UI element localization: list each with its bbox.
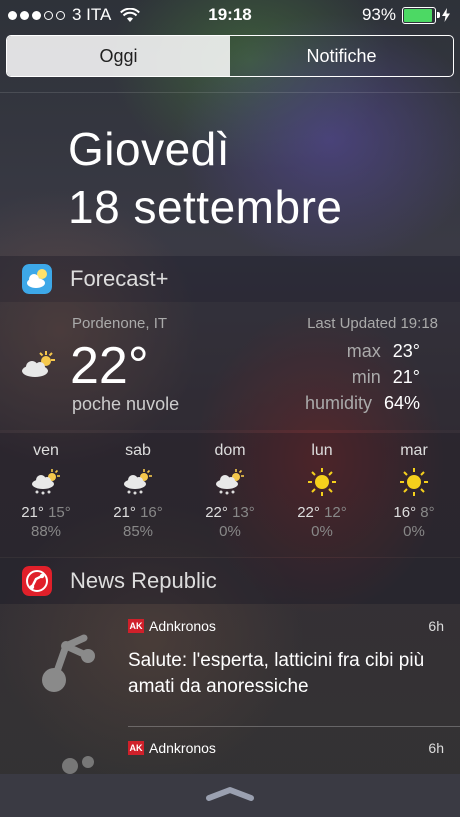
sun-icon: [276, 460, 368, 504]
day-temps: 22° 12°: [276, 504, 368, 521]
day-temps: 21° 15°: [0, 504, 92, 521]
news-time: 6h: [428, 618, 444, 634]
news-placeholder-icon: [42, 634, 95, 692]
news-widget-header[interactable]: News Republic: [0, 558, 460, 604]
battery-percent: 93%: [361, 5, 396, 24]
adnkronos-logo-icon: AK: [128, 619, 144, 633]
day-temps: 16° 8°: [368, 504, 460, 521]
date-weekday: Giovedì: [68, 123, 231, 175]
day-low: 12°: [324, 504, 347, 521]
day-precip: 0%: [311, 523, 333, 540]
current-temperature: 22°: [70, 337, 149, 395]
date-day-month: 18 settembre: [68, 181, 343, 233]
day-precip: 88%: [30, 523, 62, 540]
day-low: 16°: [140, 504, 163, 521]
rain-cloud-sun-icon: [184, 460, 276, 504]
day-high: 22°: [297, 504, 320, 521]
news-widget-title: News Republic: [70, 568, 217, 593]
news-time: 6h: [428, 740, 444, 756]
forecast-widget-title: Forecast+: [70, 266, 169, 291]
day-high: 16°: [393, 504, 417, 521]
forecast-day-lun: lun 22° 12° 0%: [276, 442, 368, 540]
header-divider: [0, 92, 460, 93]
forecast-day-dom: dom 22° 13° 0%: [184, 442, 276, 540]
news-headline: Salute: l'esperta, latticini fra cibi pi…: [128, 650, 425, 697]
day-low: 15°: [48, 504, 71, 521]
news-placeholder-icon: [62, 756, 94, 774]
charging-bolt-icon: [442, 8, 450, 22]
battery-icon: [402, 6, 440, 24]
stat-label: humidity: [304, 393, 372, 413]
forecast-day-ven: ven 21° 15° 88%: [0, 442, 92, 540]
day-name: dom: [214, 442, 246, 459]
stat-label: min: [351, 367, 381, 387]
stat-value: 21°: [392, 367, 420, 387]
day-name: ven: [33, 442, 59, 459]
day-precip: 85%: [122, 523, 154, 540]
forecast-widget-header[interactable]: Forecast+: [0, 256, 460, 302]
day-name: sab: [125, 442, 151, 459]
day-low: 13°: [232, 504, 255, 521]
stat-label: max: [346, 341, 381, 361]
battery-fill: [404, 8, 432, 22]
forecast-app-icon: [22, 264, 52, 294]
day-name: mar: [400, 442, 428, 459]
stat-value: 64%: [383, 393, 420, 413]
sun-icon: [368, 460, 460, 504]
rain-cloud-sun-icon: [92, 460, 184, 504]
day-temps: 21° 16°: [92, 504, 184, 521]
day-temps: 22° 13°: [184, 504, 276, 521]
today-notifications-segmented-control: Oggi Notifiche: [6, 35, 454, 77]
day-high: 22°: [205, 504, 228, 521]
forecast-day-sab: sab 21° 16° 85%: [92, 442, 184, 540]
news-source: AK Adnkronos: [128, 618, 216, 634]
partly-cloudy-icon: [22, 351, 55, 377]
day-precip: 0%: [219, 523, 241, 540]
day-precip: 0%: [403, 523, 425, 540]
last-updated: Last Updated 19:18: [307, 315, 438, 332]
rain-cloud-sun-icon: [0, 460, 92, 504]
news-separator: [128, 726, 460, 727]
adnkronos-logo-icon: AK: [128, 741, 144, 755]
day-high: 21°: [113, 504, 136, 521]
battery-status: 93%: [362, 5, 450, 25]
stat-value: 23°: [392, 341, 420, 361]
news-source: AK Adnkronos: [128, 740, 216, 756]
day-low: 8°: [420, 504, 435, 521]
close-handle-icon[interactable]: [205, 786, 255, 802]
day-high: 21°: [21, 504, 44, 521]
weather-location: Pordenone, IT: [72, 315, 168, 332]
news-source-name: Adnkronos: [149, 740, 216, 756]
stat-humidity: humidity 64%: [305, 393, 420, 414]
news-source-name: Adnkronos: [149, 618, 216, 634]
weather-description: poche nuvole: [72, 394, 180, 414]
stat-max: max 23°: [347, 341, 420, 362]
tab-today[interactable]: Oggi: [7, 36, 230, 76]
tab-notifications[interactable]: Notifiche: [230, 36, 453, 76]
stat-min: min 21°: [352, 367, 420, 388]
news-republic-app-icon: [22, 566, 52, 596]
forecast-day-mar: mar 16° 8° 0%: [368, 442, 460, 540]
status-bar: 3 ITA 19:18 93%: [0, 0, 460, 30]
day-name: lun: [311, 442, 333, 459]
